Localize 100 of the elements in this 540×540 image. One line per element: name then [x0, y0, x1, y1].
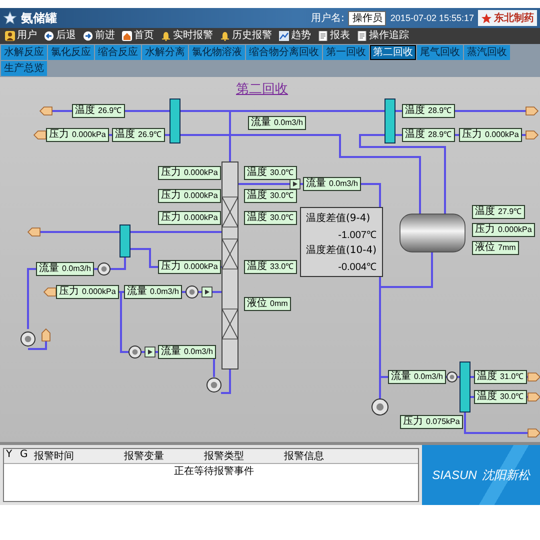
user-label: 用户名:: [311, 12, 344, 25]
pump-icon: [372, 398, 388, 416]
reading-label: 压力: [462, 129, 482, 141]
reading-value: 33.0℃: [270, 261, 294, 273]
reading-label: 温度: [405, 129, 425, 141]
difference-label: 温度差值(9-4): [306, 212, 372, 225]
reading-value: 0.000kPa: [184, 167, 218, 179]
reading-value: 26.9℃: [138, 129, 162, 141]
pump-icon: [186, 286, 198, 298]
brand-name: SIASUN: [432, 468, 477, 482]
reading-value: 0.000kPa: [184, 212, 218, 224]
reading-value: 28.9℃: [428, 129, 452, 141]
column-header: Y: [5, 449, 14, 462]
datetime: 2015-07-02 15:55:17: [390, 13, 474, 23]
reading-value: 0.0m3/h: [274, 117, 303, 129]
chart-icon: [279, 31, 289, 41]
pump-icon: [206, 378, 222, 392]
column-header: 报警时间: [33, 450, 75, 463]
tab[interactable]: 缩合物分离回收: [246, 45, 322, 60]
heat-exchanger: [120, 224, 130, 258]
toolbar-button[interactable]: 操作追踪: [355, 29, 411, 43]
toolbar-button[interactable]: 历史报警: [218, 29, 274, 43]
column-header: G: [19, 449, 29, 462]
reading-label: 压力: [403, 416, 423, 428]
reading-value: 30.0℃: [270, 212, 294, 224]
bell-icon: [161, 31, 171, 41]
tab[interactable]: 第一回收: [323, 45, 369, 60]
column-header: 报警类型: [203, 450, 245, 463]
reading-value: 27.9℃: [498, 206, 522, 218]
reading-label: 温度: [247, 261, 267, 273]
reading-value: 26.9℃: [98, 105, 122, 117]
reading-value: 0.0m3/h: [184, 346, 213, 358]
right-arrow-icon: [83, 31, 93, 41]
user-field[interactable]: 操作员: [348, 10, 386, 26]
tab[interactable]: 缩合反应: [95, 45, 141, 60]
reading-label: 流量: [306, 178, 326, 190]
reading-value: 0.0m3/h: [62, 263, 91, 275]
tab[interactable]: 氯化物溶液: [189, 45, 245, 60]
reading-value: 0mm: [270, 298, 288, 310]
alarm-message: 正在等待报警事件: [174, 464, 254, 478]
toolbar-button[interactable]: 趋势: [277, 29, 313, 43]
pipe-connector: [526, 130, 539, 140]
reading-value: 28.9℃: [428, 105, 452, 117]
reading-label: 温度: [75, 105, 95, 117]
house-icon: [122, 31, 132, 41]
company-name: 东北制药: [494, 11, 534, 25]
heat-exchanger: [170, 98, 180, 144]
pipe-connector: [528, 428, 540, 438]
reading-value: 0.0m3/h: [414, 371, 443, 383]
pump-icon: [128, 346, 142, 358]
pipe-connector: [33, 130, 46, 140]
reading-value: 0.000kPa: [498, 224, 532, 236]
reading-label: 压力: [49, 129, 69, 141]
tank: [400, 214, 466, 252]
reading-label: 流量: [251, 117, 271, 129]
star-icon: [481, 12, 492, 24]
bell-icon: [220, 31, 230, 41]
pipe-connector: [528, 372, 540, 382]
reading-value: 0.000kPa: [485, 129, 519, 141]
pipe-connector: [27, 228, 40, 236]
toolbar-button[interactable]: 后退: [42, 29, 78, 43]
reading-value: 7mm: [498, 242, 516, 254]
toolbar-button[interactable]: 用户: [3, 29, 39, 43]
pipe-line: [28, 341, 47, 350]
reading-value: 0.0m3/h: [329, 178, 358, 190]
pipe-connector: [43, 288, 56, 296]
reading-label: 流量: [127, 286, 147, 298]
column-header: 报警信息: [283, 450, 325, 463]
reading-label: 流量: [161, 346, 181, 358]
reading-value: 30.0℃: [500, 391, 524, 403]
reading-label: 温度: [477, 371, 497, 383]
tab[interactable]: 水解分离: [142, 45, 188, 60]
document-icon: [318, 31, 328, 41]
tab[interactable]: 氯化反应: [48, 45, 94, 60]
tab[interactable]: 第二回收: [370, 45, 416, 60]
reading-label: 温度: [247, 167, 267, 179]
reading-value: 0.000kPa: [82, 286, 116, 298]
tab[interactable]: 生产总览: [1, 61, 47, 76]
tab[interactable]: 蒸汽回收: [464, 45, 510, 60]
difference-value: -0.004℃: [338, 261, 376, 273]
toolbar-button[interactable]: 前进: [81, 29, 117, 43]
reading-label: 温度: [247, 212, 267, 224]
reading-label: 液位: [247, 298, 267, 310]
reading-value: 0.0m3/h: [150, 286, 179, 298]
toolbar-button[interactable]: 实时报警: [159, 29, 215, 43]
toolbar-button[interactable]: 报表: [316, 29, 352, 43]
reading-value: 30.0℃: [270, 190, 294, 202]
left-arrow-icon: [44, 31, 54, 41]
heat-exchanger: [384, 98, 396, 144]
tab[interactable]: 尾气回收: [417, 45, 463, 60]
diagram-title: 第二回收: [236, 81, 288, 98]
pipe-connector: [528, 392, 540, 402]
pump-icon: [98, 262, 110, 276]
app-title: 氨储罐: [21, 10, 57, 26]
reading-label: 压力: [161, 167, 181, 179]
toolbar-button[interactable]: 首页: [120, 29, 156, 43]
reading-label: 温度: [247, 190, 267, 202]
difference-label: 温度差值(10-4): [306, 244, 376, 257]
tab[interactable]: 水解反应: [1, 45, 47, 60]
reading-value: 0.000kPa: [184, 190, 218, 202]
